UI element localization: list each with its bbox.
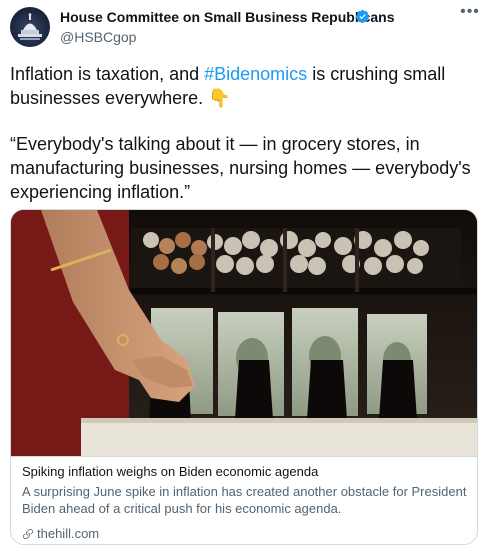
- link-card-description: A surprising June spike in inflation has…: [22, 484, 467, 516]
- verified-badge-icon: [355, 9, 370, 24]
- link-card-title[interactable]: Spiking inflation weighs on Biden econom…: [22, 464, 318, 479]
- tweet-text-start: Inflation is taxation, and: [10, 64, 205, 84]
- pointing-down-emoji-icon: 👇: [208, 88, 231, 108]
- capitol-dome-icon: [18, 13, 42, 40]
- cash-register-drawer-image[interactable]: [11, 210, 477, 456]
- tweet-text: Inflation is taxation, and #Bidenomics i…: [10, 62, 480, 110]
- link-card-body[interactable]: Spiking inflation weighs on Biden econom…: [11, 456, 477, 541]
- link-card-domain[interactable]: thehill.com: [37, 526, 99, 541]
- tweet-quote: “Everybody's talking about it — in groce…: [10, 134, 471, 202]
- more-options-icon[interactable]: •••: [460, 4, 480, 22]
- tweet[interactable]: House Committee on Small Business Republ…: [0, 0, 487, 550]
- hashtag-link[interactable]: #Bidenomics: [204, 64, 307, 84]
- link-icon: [23, 529, 33, 540]
- link-card[interactable]: Spiking inflation weighs on Biden econom…: [10, 209, 478, 545]
- author-handle[interactable]: @HSBCgop: [60, 29, 136, 45]
- author-name[interactable]: House Committee on Small Business Republ…: [60, 9, 395, 25]
- avatar[interactable]: [10, 7, 50, 47]
